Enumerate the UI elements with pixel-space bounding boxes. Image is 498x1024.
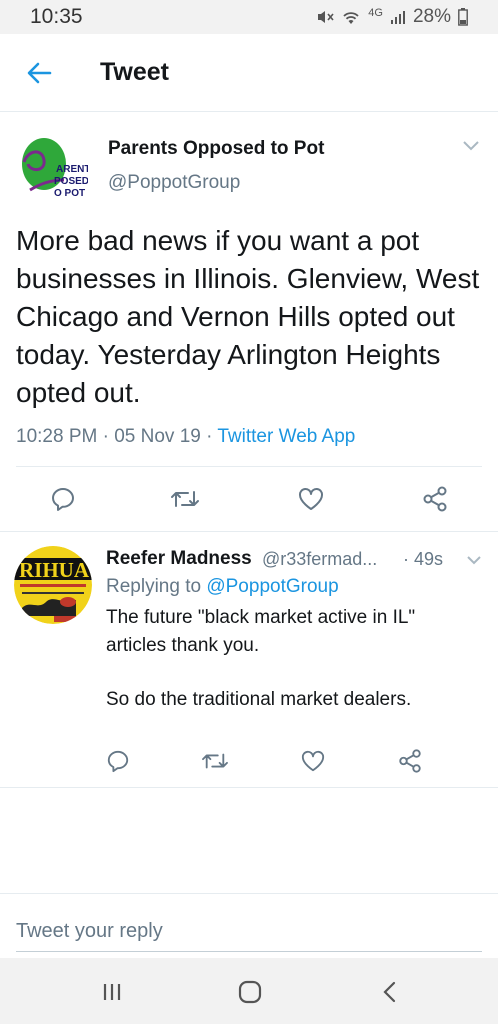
replying-to: Replying to @PoppotGroup <box>106 576 339 598</box>
reply-like-button[interactable] <box>298 746 328 776</box>
reply-retweet-button[interactable] <box>200 746 230 776</box>
back-chevron-icon <box>383 981 396 1003</box>
tweet-timestamp: 10:28 PM · 05 Nov 19 · <box>16 426 218 447</box>
recent-apps-icon <box>103 984 121 1000</box>
svg-text:RIHUA: RIHUA <box>19 558 90 582</box>
status-bar: 10:35 4G 28% <box>0 0 498 34</box>
like-button[interactable] <box>296 484 326 514</box>
replying-prefix: Replying to <box>106 576 207 597</box>
reply-icon <box>107 750 129 773</box>
reply-input[interactable] <box>16 912 482 952</box>
author-name[interactable]: Parents Opposed to Pot <box>108 138 324 160</box>
reply-time: · 49s <box>403 549 444 569</box>
battery-icon <box>458 8 468 26</box>
retweet-button[interactable] <box>170 484 200 514</box>
system-back-button[interactable] <box>370 976 410 1008</box>
battery-level: 28% <box>412 6 451 27</box>
wifi-icon <box>341 8 361 26</box>
tweet-menu-button[interactable] <box>462 138 480 156</box>
tweet-source-link[interactable]: Twitter Web App <box>217 426 355 447</box>
share-icon <box>423 486 447 512</box>
back-arrow-icon <box>27 62 52 84</box>
main-tweet: ARENTS POSED O POT Parents Opposed to Po… <box>0 112 498 532</box>
heart-icon <box>299 488 323 510</box>
home-button[interactable] <box>230 976 270 1008</box>
home-icon <box>238 980 262 1004</box>
retweet-icon <box>202 753 228 769</box>
system-nav-bar <box>0 958 498 1024</box>
reply-text-line: The future "black market active in IL" a… <box>106 607 416 656</box>
reply-avatar[interactable]: RIHUA <box>14 546 92 624</box>
reply-actions <box>0 746 498 776</box>
replying-to-mention[interactable]: @PoppotGroup <box>206 576 338 597</box>
signal-icon <box>390 9 406 25</box>
share-icon <box>399 749 421 773</box>
tweet-meta: 10:28 PM · 05 Nov 19 · Twitter Web App <box>16 426 355 448</box>
reply-tweet[interactable]: RIHUA Reefer Madness @r33fermad... · 49s… <box>0 532 498 788</box>
divider <box>16 466 482 467</box>
share-button[interactable] <box>420 484 450 514</box>
reply-icon <box>52 488 74 511</box>
status-icons: 4G 28% <box>316 6 468 28</box>
recent-apps-button[interactable] <box>92 976 132 1008</box>
reply-reply-button[interactable] <box>103 746 133 776</box>
tweet-actions <box>0 484 498 516</box>
reply-text-line: So do the traditional market dealers. <box>106 689 412 710</box>
reply-button[interactable] <box>48 484 78 514</box>
network-type: 4G <box>368 7 383 19</box>
mute-icon <box>316 8 334 26</box>
reply-author-name[interactable]: Reefer Madness <box>106 548 252 570</box>
back-button[interactable] <box>22 56 56 90</box>
reply-author-handle[interactable]: @r33fermad... <box>262 549 377 570</box>
heart-icon <box>301 750 325 772</box>
app-header: Tweet <box>0 34 498 112</box>
retweet-icon <box>171 491 199 507</box>
svg-text:ARENTS: ARENTS <box>56 164 88 175</box>
reply-menu-button[interactable] <box>466 552 482 570</box>
svg-text:POSED: POSED <box>54 176 88 187</box>
chevron-down-icon <box>463 141 479 151</box>
tweet-text: More bad news if you want a pot business… <box>16 225 480 408</box>
reply-text: The future "black market active in IL" a… <box>106 604 476 714</box>
svg-text:O POT: O POT <box>54 188 85 199</box>
chevron-down-icon <box>467 556 481 565</box>
reply-composer <box>0 893 498 957</box>
author-avatar[interactable]: ARENTS POSED O POT <box>16 132 97 204</box>
reply-share-button[interactable] <box>395 746 425 776</box>
status-time: 10:35 <box>30 5 83 28</box>
page-title: Tweet <box>100 58 169 86</box>
author-handle[interactable]: @PoppotGroup <box>108 172 240 194</box>
